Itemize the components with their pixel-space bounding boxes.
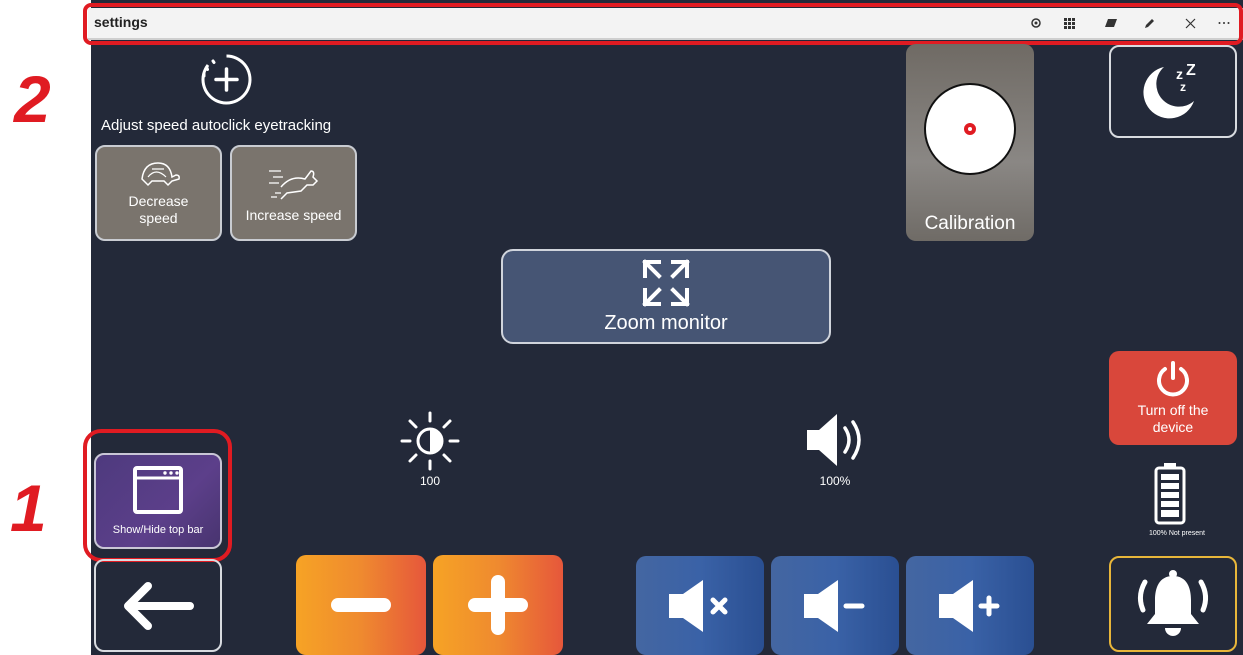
zoom-monitor-button[interactable]: Zoom monitor [501,249,831,344]
battery-icon [1153,463,1187,525]
back-arrow-icon [124,581,194,630]
svg-text:z: z [1180,80,1186,94]
decrease-speed-label-line1: Decrease [128,193,189,209]
volume-down-icon [804,579,865,632]
zoom-expand-icon [642,259,690,307]
volume-icon [803,410,867,470]
turn-off-button[interactable]: Turn off the device [1109,351,1237,445]
volume-up-icon [939,579,1000,632]
decrease-speed-label-line2: speed [139,210,178,226]
mute-button[interactable] [636,556,764,655]
annotation-number-2: 2 [14,62,51,136]
mute-icon [669,579,728,632]
back-button[interactable] [94,559,222,652]
brightness-value: 100 [419,474,441,488]
volume-value: 100% [819,474,851,488]
calibration-label: Calibration [924,213,1016,234]
increase-speed-label: Increase speed [245,207,342,223]
battery-status: 100% Not present [1148,530,1206,537]
turn-off-label-line1: Turn off the [1137,402,1209,418]
show-hide-top-bar-label: Show/Hide top bar [112,524,204,536]
turn-off-label-line2: device [1152,419,1194,435]
calibration-target-icon [924,83,1016,175]
annotation-number-1: 1 [10,471,47,545]
volume-down-button[interactable] [771,556,899,655]
brightness-decrease-button[interactable] [296,555,426,655]
alarm-bell-icon [1137,570,1209,636]
sleep-button[interactable]: z Z z [1109,45,1237,138]
minus-icon [331,598,391,612]
brightness-icon [398,411,462,471]
plus-icon [468,575,528,635]
volume-up-button[interactable] [906,556,1034,655]
rabbit-icon [268,170,318,200]
brightness-increase-button[interactable] [433,555,563,655]
calibration-button[interactable]: Calibration [906,44,1034,241]
power-icon [1157,361,1189,397]
speed-heading: Adjust speed autoclick eyetracking [101,117,332,134]
zoom-monitor-label: Zoom monitor [604,312,728,334]
increase-speed-button[interactable]: Increase speed [230,145,357,241]
annotation-box-2 [83,3,1243,45]
decrease-speed-button[interactable]: Decrease speed [95,145,222,241]
window-icon [133,466,183,514]
plus-circle-icon [199,52,254,107]
show-hide-top-bar-button[interactable]: Show/Hide top bar [94,453,222,549]
svg-text:Z: Z [1186,62,1196,79]
alarm-button[interactable] [1109,556,1237,652]
turtle-icon [140,162,180,187]
sleep-moon-icon: z Z z [1143,62,1196,118]
